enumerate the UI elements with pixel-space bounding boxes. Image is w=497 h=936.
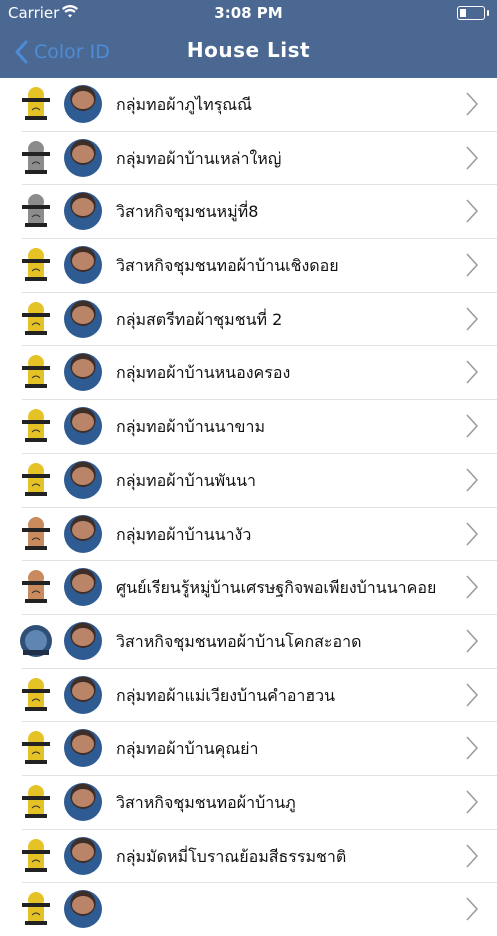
house-list-item[interactable]: กลุ่มทอผ้าบ้านนาขาม bbox=[22, 400, 497, 454]
member-avatar bbox=[64, 675, 102, 714]
house-name: กลุ่มทอผ้าบ้านพันนา bbox=[116, 470, 257, 490]
chevron-right-icon bbox=[466, 360, 479, 384]
award-badge-icon bbox=[22, 87, 50, 120]
member-avatar bbox=[64, 729, 102, 768]
chevron-right-icon bbox=[466, 683, 479, 707]
house-list-item[interactable]: ศูนย์เรียนรู้หมู่บ้านเศรษฐกิจพอเพียงบ้าน… bbox=[22, 561, 497, 615]
status-bar: Carrier 3:08 PM bbox=[0, 0, 497, 26]
award-badge-icon bbox=[22, 516, 50, 550]
chevron-right-icon bbox=[466, 790, 479, 814]
house-name: กลุ่มทอผ้าบ้านนาขาม bbox=[116, 417, 266, 437]
navigation-bar: Carrier 3:08 PM Color ID House List bbox=[0, 0, 497, 78]
page-title: House List bbox=[186, 38, 311, 62]
house-list-item[interactable]: กลุ่มทอผ้าภูไทรุณณี bbox=[22, 78, 497, 132]
chevron-right-icon bbox=[466, 307, 479, 331]
house-list-item[interactable]: กลุ่มทอผ้าบ้านคุณย่า bbox=[22, 722, 497, 776]
chevron-right-icon bbox=[466, 736, 479, 760]
member-avatar bbox=[64, 890, 102, 929]
house-list-item[interactable]: กลุ่มมัดหมี่โบราณย้อมสีธรรมชาติ bbox=[22, 830, 497, 884]
chevron-right-icon bbox=[466, 521, 479, 546]
house-list-item[interactable]: กลุ่มทอผ้าแม่เวียงบ้านคำอาฮวน bbox=[22, 669, 497, 723]
award-badge-icon bbox=[22, 784, 50, 818]
member-avatar bbox=[64, 85, 102, 123]
house-name: วิสาหกิจชุมชนทอผ้าบ้านภู bbox=[116, 792, 296, 812]
house-name: วิสาหกิจชุมชนหมู่ที่8 bbox=[116, 202, 259, 222]
member-avatar bbox=[64, 407, 102, 446]
chevron-right-icon bbox=[466, 199, 479, 223]
chevron-right-icon bbox=[466, 92, 479, 116]
member-avatar bbox=[64, 299, 102, 338]
chevron-right-icon bbox=[466, 629, 479, 653]
award-badge-icon bbox=[22, 140, 50, 174]
house-name: กลุ่มทอผ้าบ้านนางัว bbox=[116, 524, 252, 544]
house-list-item[interactable]: กลุ่มทอผ้าบ้านนางัว bbox=[22, 508, 497, 562]
award-badge-icon bbox=[20, 624, 52, 657]
member-avatar bbox=[64, 782, 102, 821]
house-name: กลุ่มทอผ้าบ้านหนองครอง bbox=[116, 363, 291, 383]
house-name: วิสาหกิจชุมชนทอผ้าบ้านเชิงดอย bbox=[116, 256, 339, 276]
house-list-item[interactable]: กลุ่มทอผ้าบ้านเหล่าใหญ่ bbox=[22, 132, 497, 186]
award-badge-icon bbox=[22, 194, 50, 228]
award-badge-icon bbox=[22, 248, 50, 282]
member-avatar bbox=[64, 836, 102, 875]
award-badge-icon bbox=[22, 409, 50, 443]
award-badge-icon bbox=[22, 462, 50, 496]
battery-icon bbox=[457, 6, 489, 20]
member-avatar bbox=[64, 353, 102, 392]
award-badge-icon bbox=[22, 677, 50, 711]
award-badge-icon bbox=[22, 731, 50, 765]
chevron-right-icon bbox=[466, 844, 479, 868]
chevron-right-icon bbox=[466, 468, 479, 492]
house-name: กลุ่มทอผ้าบ้านเหล่าใหญ่ bbox=[116, 148, 282, 168]
member-avatar bbox=[64, 568, 102, 607]
chevron-right-icon bbox=[466, 253, 479, 277]
house-list: กลุ่มทอผ้าภูไทรุณณีกลุ่มทอผ้าบ้านเหล่าให… bbox=[0, 78, 497, 936]
house-list-item[interactable]: วิสาหกิจชุมชนหมู่ที่8 bbox=[22, 185, 497, 240]
house-list-item[interactable]: วิสาหกิจชุมชนทอผ้าบ้านโคกสะอาด bbox=[20, 615, 497, 669]
house-list-item[interactable]: กลุ่มทอผ้าบ้านหนองครอง bbox=[22, 346, 497, 401]
house-list-item[interactable]: วิสาหกิจชุมชนทอผ้าบ้านเชิงดอย bbox=[22, 239, 497, 293]
member-avatar bbox=[64, 514, 102, 553]
member-avatar bbox=[64, 138, 102, 177]
house-name: กลุ่มทอผ้าบ้านคุณย่า bbox=[116, 739, 259, 759]
member-avatar bbox=[64, 460, 102, 499]
member-avatar bbox=[64, 621, 102, 660]
chevron-right-icon bbox=[466, 414, 479, 438]
house-name: กลุ่มทอผ้าภูไทรุณณี bbox=[116, 95, 252, 114]
house-name: กลุ่มสตรีทอผ้าชุมชนที่ 2 bbox=[116, 309, 283, 329]
status-time: 3:08 PM bbox=[214, 4, 283, 22]
award-badge-icon bbox=[22, 570, 50, 604]
house-name: วิสาหกิจชุมชนทอผ้าบ้านโคกสะอาด bbox=[116, 631, 362, 651]
house-name: ศูนย์เรียนรู้หมู่บ้านเศรษฐกิจพอเพียงบ้าน… bbox=[116, 578, 437, 598]
chevron-right-icon bbox=[466, 146, 479, 170]
chevron-right-icon bbox=[466, 897, 479, 921]
award-badge-icon bbox=[22, 355, 50, 389]
house-name: กลุ่มทอผ้าแม่เวียงบ้านคำอาฮวน bbox=[116, 685, 336, 705]
house-list-item[interactable]: กลุ่มสตรีทอผ้าชุมชนที่ 2 bbox=[22, 293, 497, 347]
house-list-item[interactable]: วิสาหกิจชุมชนทอผ้าบ้านภู bbox=[22, 776, 497, 830]
member-avatar bbox=[64, 192, 102, 231]
house-list-item[interactable] bbox=[22, 883, 497, 936]
award-badge-icon bbox=[22, 838, 50, 872]
award-badge-icon bbox=[22, 301, 50, 335]
award-badge-icon bbox=[22, 892, 50, 926]
member-avatar bbox=[64, 246, 102, 285]
house-name: กลุ่มมัดหมี่โบราณย้อมสีธรรมชาติ bbox=[116, 846, 347, 866]
house-list-item[interactable]: กลุ่มทอผ้าบ้านพันนา bbox=[22, 454, 497, 508]
chevron-right-icon bbox=[466, 575, 479, 599]
